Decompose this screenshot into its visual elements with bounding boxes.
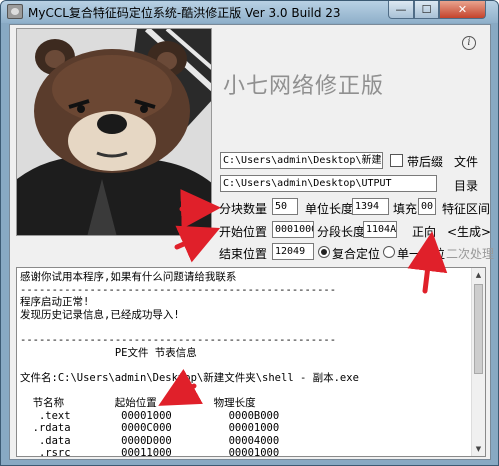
- log-line: ----------------------------------------…: [20, 283, 337, 296]
- segment-length-input[interactable]: 1104A: [363, 221, 397, 238]
- log-line: .rdata 0000C000 00001000: [20, 422, 280, 435]
- minimize-button[interactable]: —: [388, 1, 414, 19]
- composite-radio[interactable]: [318, 246, 330, 258]
- block-count-input[interactable]: 50: [272, 198, 298, 215]
- maximize-button[interactable]: ☐: [414, 1, 439, 19]
- log-line: 程序启动正常!: [20, 296, 90, 309]
- block-count-label: 分块数量: [219, 202, 268, 216]
- log-line: 节名称 起始位置 物理长度: [20, 396, 256, 409]
- log-line: .data 0000D000 00004000: [20, 434, 280, 447]
- suffix-label: 带后缀: [407, 155, 444, 169]
- fill-label: 填充: [393, 202, 418, 216]
- main-panel: 小七网络修正版 i C:\Users\admin\Desktop\新建文 带后缀…: [9, 24, 494, 460]
- title-bar[interactable]: MyCCL复合特征码定位系统-酷洪修正版 Ver 3.0 Build 23 — …: [1, 1, 498, 23]
- start-label: 开始位置: [219, 225, 268, 239]
- scroll-up-icon[interactable]: ▲: [472, 268, 485, 282]
- start-input[interactable]: 0001000: [272, 221, 314, 238]
- segment-length-label: 分段长度: [317, 225, 366, 239]
- scroll-thumb[interactable]: [474, 284, 483, 374]
- file-button[interactable]: 文件: [454, 153, 478, 170]
- log-line: 发现历史记录信息,已经成功导入!: [20, 308, 180, 321]
- watermark-text: 小七网络修正版: [223, 74, 385, 99]
- info-icon[interactable]: i: [462, 36, 476, 50]
- fill-input[interactable]: 00: [418, 198, 436, 215]
- unit-length-input[interactable]: 1394: [352, 198, 389, 215]
- suffix-checkbox[interactable]: [390, 154, 403, 167]
- end-input[interactable]: 12049: [272, 243, 314, 260]
- console-scrollbar[interactable]: ▲ ▼: [471, 268, 485, 456]
- log-line: .text 00001000 0000B000: [20, 409, 280, 422]
- end-label: 结束位置: [219, 247, 268, 261]
- forward-button[interactable]: 正向: [412, 223, 436, 240]
- secondary-process-button[interactable]: 二次处理: [446, 245, 494, 262]
- log-line: .rsrc 00011000 00001000: [20, 447, 280, 457]
- single-radio[interactable]: [383, 246, 395, 258]
- file-path-input[interactable]: C:\Users\admin\Desktop\新建文: [220, 152, 383, 169]
- unit-length-label: 单位长度: [305, 202, 354, 216]
- bear-avatar-image: [16, 28, 212, 236]
- app-window: MyCCL复合特征码定位系统-酷洪修正版 Ver 3.0 Build 23 — …: [0, 0, 499, 466]
- feature-range-button[interactable]: 特征区间: [442, 200, 490, 217]
- log-line: 文件名:C:\Users\admin\Desktop\新建文件夹\shell -…: [20, 371, 359, 384]
- composite-label: 复合定位: [332, 247, 381, 261]
- log-line: PE文件 节表信息: [20, 346, 197, 359]
- log-console[interactable]: 感谢你试用本程序,如果有什么问题请给我联系 ------------------…: [16, 267, 486, 457]
- app-icon: [7, 4, 23, 19]
- log-line: ----------------------------------------…: [20, 333, 337, 346]
- scroll-down-icon[interactable]: ▼: [472, 442, 485, 456]
- window-title: MyCCL复合特征码定位系统-酷洪修正版 Ver 3.0 Build 23: [28, 6, 341, 20]
- dir-button[interactable]: 目录: [454, 177, 478, 194]
- generate-button[interactable]: <生成>: [447, 223, 491, 240]
- close-button[interactable]: ✕: [439, 1, 486, 19]
- output-dir-input[interactable]: C:\Users\admin\Desktop\UTPUT: [220, 175, 437, 192]
- single-label: 单一定位: [397, 247, 446, 261]
- log-line: 感谢你试用本程序,如果有什么问题请给我联系: [20, 271, 237, 283]
